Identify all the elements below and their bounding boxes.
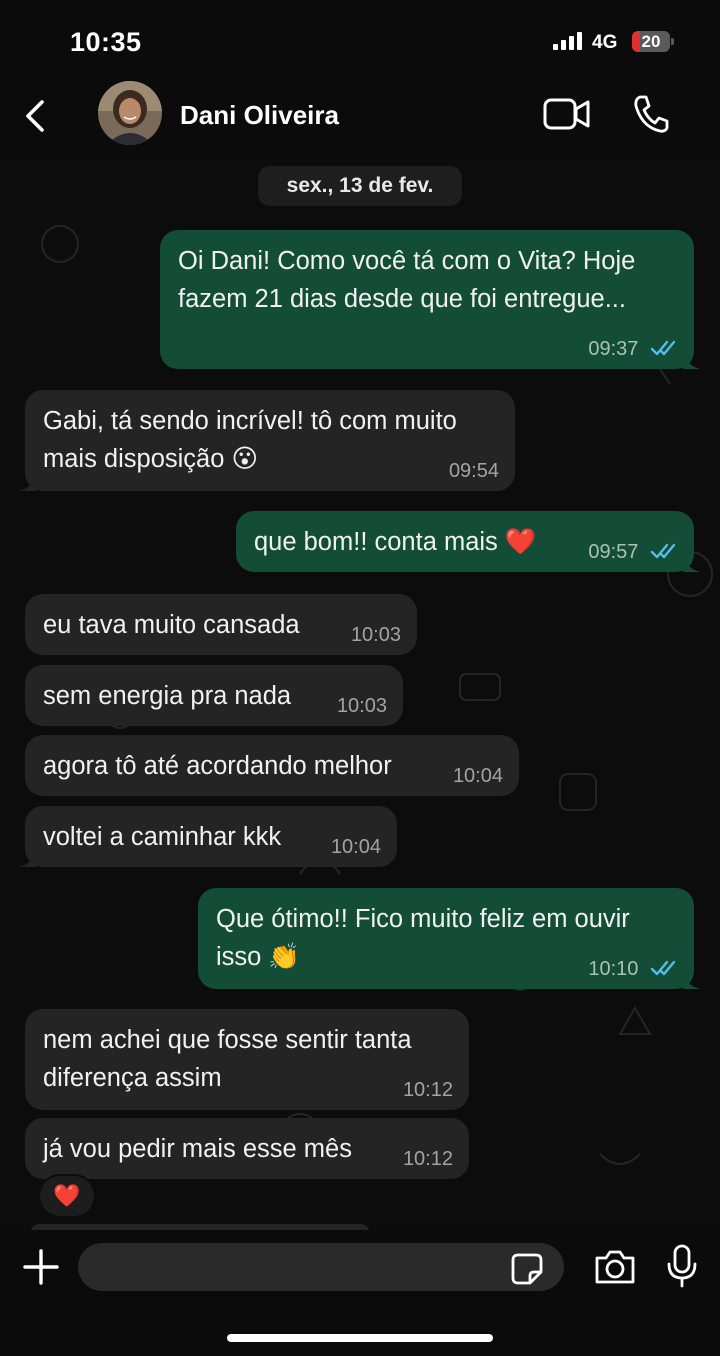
message-bubble-incoming[interactable]: eu tava muito cansada 10:03 (25, 594, 417, 655)
message-time: 09:37 (588, 338, 639, 360)
message-text: já vou pedir mais esse mês (43, 1135, 352, 1163)
plus-icon (23, 1249, 59, 1285)
chevron-left-icon (26, 100, 44, 132)
back-button[interactable] (20, 96, 52, 136)
signal-strength-icon (553, 32, 583, 50)
camera-icon (595, 1250, 635, 1284)
message-bubble-outgoing[interactable]: que bom!! conta mais ❤️ 09:57 (236, 511, 701, 572)
message-bubble-incoming[interactable]: agora tô até acordando melhor 10:04 (25, 735, 519, 796)
battery-level: 20 (641, 32, 661, 51)
message-bubble-incoming[interactable]: Gabi, tá sendo incrível! tô com muito ma… (18, 390, 515, 491)
message-text: agora tô até acordando melhor (43, 752, 392, 780)
microphone-icon (667, 1244, 697, 1288)
date-separator: sex., 13 de fev. (258, 166, 462, 206)
message-reaction[interactable]: ❤️ (38, 1174, 96, 1218)
microphone-button[interactable] (666, 1244, 698, 1288)
sticker-icon (511, 1253, 543, 1285)
message-bubble-incoming[interactable]: sem energia pra nada 10:03 (25, 665, 403, 726)
message-time: 09:57 (588, 541, 639, 563)
message-text: sem energia pra nada (43, 682, 292, 710)
chat-header: Dani Oliveira (0, 80, 720, 154)
input-bar (0, 1230, 720, 1356)
network-type: 4G (592, 32, 618, 53)
message-time: 09:54 (448, 460, 499, 482)
video-call-button[interactable] (543, 97, 591, 131)
battery-icon: 20 (632, 31, 674, 52)
read-check-icon (650, 960, 676, 976)
message-time: 10:03 (350, 624, 401, 646)
message-time: 10:04 (330, 836, 381, 858)
phone-icon (634, 95, 669, 133)
status-time: 10:35 (70, 27, 142, 57)
message-text: Oi Dani! Como você tá com o Vita? Hoje f… (178, 247, 636, 313)
contact-name[interactable]: Dani Oliveira (180, 100, 339, 131)
message-bubble-outgoing[interactable]: Oi Dani! Como você tá com o Vita? Hoje f… (160, 230, 701, 369)
home-indicator[interactable] (227, 1334, 493, 1342)
message-bubble-outgoing[interactable]: Que ótimo!! Fico muito feliz em ouvir is… (198, 888, 701, 989)
message-time: 10:12 (402, 1148, 453, 1170)
message-meta: 10:10 (588, 957, 678, 981)
message-time: 10:03 (336, 695, 387, 717)
attach-button[interactable] (22, 1248, 60, 1286)
message-input[interactable] (78, 1243, 564, 1291)
message-meta: 09:37 (588, 337, 678, 361)
message-time: 10:04 (452, 765, 503, 787)
video-camera-icon (543, 98, 590, 130)
message-time: 10:12 (402, 1079, 453, 1101)
message-bubble-incoming[interactable]: já vou pedir mais esse mês 10:12 (25, 1118, 469, 1179)
message-time: 10:10 (588, 958, 639, 980)
message-text: voltei a caminhar kkk (43, 823, 282, 851)
message-bubble-incoming[interactable]: nem achei que fosse sentir tanta diferen… (25, 1009, 469, 1110)
camera-button[interactable] (593, 1248, 637, 1286)
message-text: nem achei que fosse sentir tanta diferen… (43, 1026, 412, 1092)
read-check-icon (650, 340, 676, 356)
status-bar: 10:35 4G 20 (0, 0, 720, 80)
read-check-icon (650, 543, 676, 559)
message-meta: 09:57 (588, 540, 678, 564)
message-bubble-incoming[interactable]: voltei a caminhar kkk 10:04 (18, 806, 397, 867)
contact-avatar[interactable] (98, 81, 162, 145)
message-text: Gabi, tá sendo incrível! tô com muito ma… (43, 407, 457, 473)
chat-area[interactable]: sex., 13 de fev. Oi Dani! Como você tá c… (0, 154, 720, 1230)
sticker-button[interactable] (510, 1252, 544, 1286)
voice-call-button[interactable] (632, 94, 670, 134)
message-text: eu tava muito cansada (43, 611, 300, 639)
